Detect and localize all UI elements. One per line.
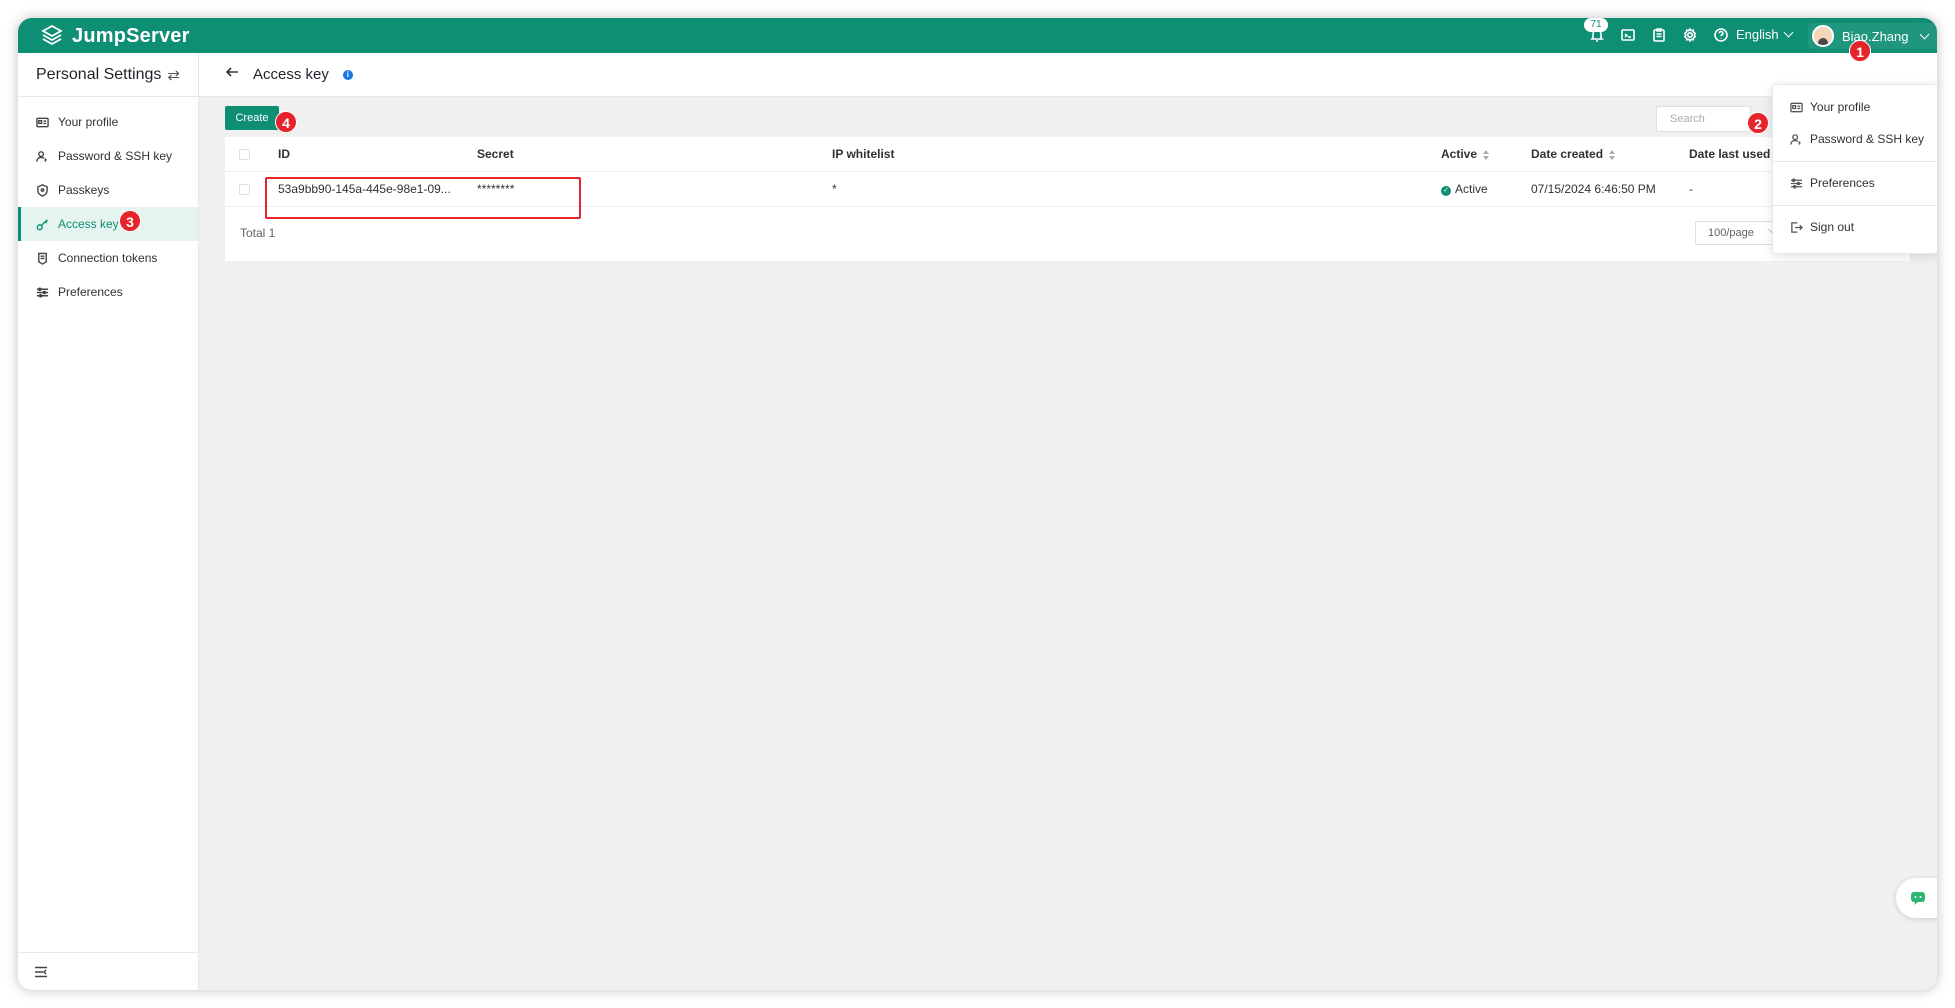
sidebar-item-passkeys[interactable]: Passkeys <box>18 173 198 207</box>
cell-active-label: Active <box>1455 182 1488 196</box>
token-badge-icon <box>38 252 47 265</box>
column-header-secret: Secret <box>477 147 514 161</box>
select-all-checkbox[interactable] <box>239 149 250 160</box>
user-name: Biao.Zhang <box>1842 28 1909 44</box>
top-bar: JumpServer 71 English Biao.Zhang <box>18 18 1937 53</box>
collapse-menu-icon <box>35 966 47 977</box>
sidebar-title: Personal Settings <box>36 65 162 83</box>
menu-divider <box>1773 161 1937 162</box>
total-count: Total 1 <box>240 226 276 240</box>
sign-out-icon <box>1791 221 1803 233</box>
collapse-sidebar-button[interactable] <box>18 952 198 990</box>
cell-active: ✓ Active <box>1441 172 1488 207</box>
id-card-icon <box>1790 102 1803 112</box>
settings-gear-icon[interactable] <box>1680 25 1700 45</box>
cell-date-last-used: - <box>1689 182 1693 196</box>
user-menu-trigger[interactable]: Biao.Zhang <box>1808 23 1937 49</box>
language-label: English <box>1736 27 1779 42</box>
sidebar-item-your-profile[interactable]: Your profile <box>18 105 198 139</box>
app-window: JumpServer 71 English Biao.Zhang Persona… <box>18 18 1937 990</box>
tickets-clipboard-icon[interactable] <box>1649 25 1669 45</box>
chevron-down-icon <box>1919 29 1929 39</box>
sidebar-item-label: Connection tokens <box>58 251 158 265</box>
column-header-date-last-used: Date last used <box>1689 147 1771 161</box>
menu-item-label: Preferences <box>1810 176 1875 190</box>
annotation-step-1: 1 <box>1849 40 1871 62</box>
menu-item-sign-out[interactable]: Sign out <box>1773 211 1937 243</box>
column-header-date-created[interactable]: Date created <box>1531 137 1616 172</box>
chat-bubble-icon <box>1911 892 1925 905</box>
check-circle-icon: ✓ <box>1441 186 1451 196</box>
cell-date-created: 07/15/2024 6:46:50 PM <box>1531 182 1656 196</box>
sidebar: Personal Settings ⇄ Your profile Passwor… <box>18 53 199 990</box>
row-checkbox[interactable] <box>239 184 250 195</box>
sidebar-header: Personal Settings ⇄ <box>18 53 198 97</box>
column-header-active-label: Active <box>1441 147 1478 161</box>
sort-caret-icon[interactable] <box>1483 149 1490 160</box>
column-header-ip-whitelist: IP whitelist <box>832 147 895 161</box>
menu-divider <box>1773 205 1937 206</box>
chat-assistant-button[interactable] <box>1896 878 1937 918</box>
sliders-icon <box>1790 177 1803 189</box>
user-dropdown-menu: Your profile Password & SSH key Preferen… <box>1772 84 1937 254</box>
highlight-box <box>265 177 581 219</box>
avatar <box>1812 25 1834 47</box>
menu-item-preferences[interactable]: Preferences <box>1773 167 1937 199</box>
logo[interactable]: JumpServer <box>40 21 190 51</box>
menu-item-label: Your profile <box>1810 100 1871 114</box>
sidebar-item-label: Password & SSH key <box>58 149 173 163</box>
sort-caret-icon[interactable] <box>1609 149 1616 160</box>
annotation-step-3: 3 <box>119 210 141 232</box>
switch-view-icon[interactable]: ⇄ <box>167 66 180 84</box>
cell-ip-whitelist: * <box>832 182 837 196</box>
column-header-active[interactable]: Active <box>1441 137 1490 172</box>
back-arrow-icon[interactable] <box>225 65 239 84</box>
menu-item-your-profile[interactable]: Your profile <box>1773 91 1937 123</box>
page-size-value: 100/page <box>1708 227 1754 239</box>
sidebar-item-password-ssh-key[interactable]: Password & SSH key <box>18 139 198 173</box>
sidebar-item-label: Access key <box>58 217 119 231</box>
column-header-date-created-label: Date created <box>1531 147 1604 161</box>
sidebar-item-preferences[interactable]: Preferences <box>18 275 198 309</box>
sidebar-item-label: Preferences <box>58 285 123 299</box>
app-name: JumpServer <box>72 24 190 47</box>
sidebar-item-label: Your profile <box>58 115 119 129</box>
menu-item-label: Password & SSH key <box>1810 132 1925 146</box>
annotation-step-4: 4 <box>275 111 297 133</box>
notification-count-badge: 71 <box>1584 18 1608 32</box>
web-terminal-icon[interactable] <box>1618 25 1638 45</box>
create-button[interactable]: Create <box>225 106 279 130</box>
menu-item-password-ssh-key[interactable]: Password & SSH key <box>1773 123 1937 155</box>
chevron-down-icon <box>1783 27 1794 38</box>
user-key-icon <box>36 150 47 162</box>
table-header: ID Secret IP whitelist Active Date creat… <box>225 137 1910 172</box>
sidebar-item-connection-tokens[interactable]: Connection tokens <box>18 241 198 275</box>
shield-icon <box>37 183 48 197</box>
sidebar-item-access-key[interactable]: Access key <box>18 207 198 241</box>
annotation-step-2: 2 <box>1747 112 1769 134</box>
user-key-icon <box>1790 133 1801 145</box>
sliders-icon <box>36 286 49 298</box>
column-header-id: ID <box>278 147 290 161</box>
jumpserver-logo-icon <box>41 24 63 46</box>
sidebar-item-label: Passkeys <box>58 183 110 197</box>
search-input[interactable]: Search <box>1656 106 1751 132</box>
key-icon <box>36 218 49 230</box>
info-icon[interactable]: i <box>342 69 353 80</box>
page-header: Access key i <box>199 53 1937 97</box>
help-question-icon[interactable] <box>1711 25 1731 45</box>
page-title: Access key <box>253 66 329 83</box>
id-card-icon <box>36 117 49 127</box>
language-selector[interactable]: English <box>1736 27 1794 42</box>
menu-item-label: Sign out <box>1810 220 1855 234</box>
